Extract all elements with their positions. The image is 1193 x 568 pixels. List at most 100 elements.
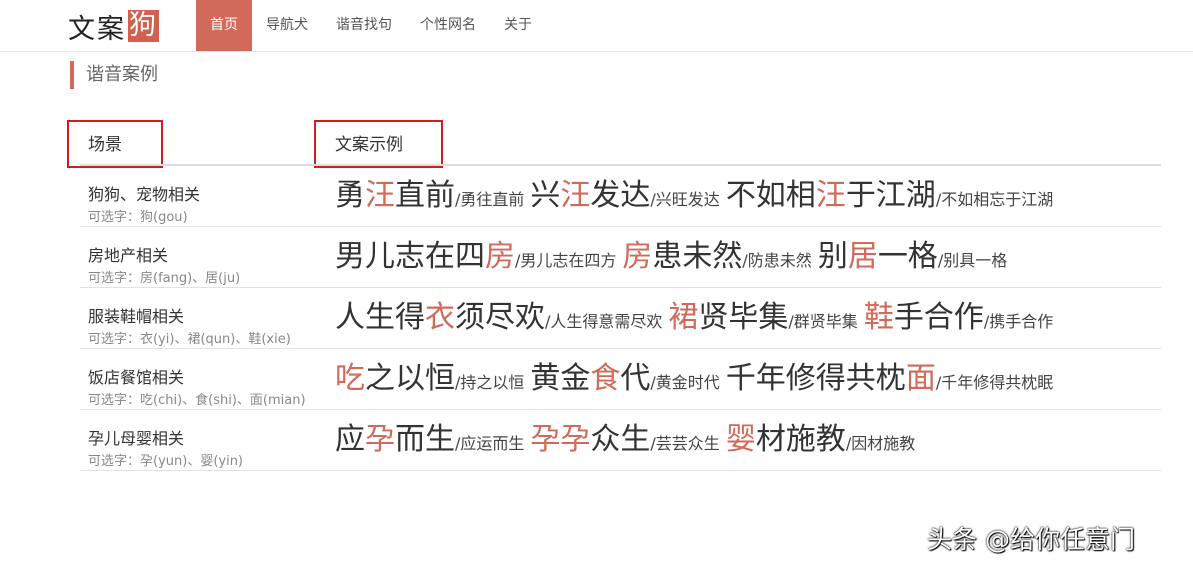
original-idiom: /群贤毕集	[788, 312, 858, 331]
example-phrase[interactable]: 别居一格/别具一格	[818, 239, 1013, 274]
original-idiom: /千年修得共枕眠	[935, 373, 1054, 392]
phrase-part: 勇	[335, 178, 365, 213]
pun-character: 汪	[815, 178, 846, 213]
example-phrase[interactable]: 千年修得共枕面/千年修得共枕眠	[726, 361, 1059, 396]
phrase-part: 不如相	[725, 178, 816, 213]
example-phrase[interactable]: 孕孕众生/芸芸众生	[530, 422, 725, 457]
pun-character: 衣	[425, 300, 455, 335]
scene-name: 房地产相关	[88, 246, 169, 265]
original-idiom: /人生得意需尽欢	[545, 312, 663, 331]
phrase-part: 男儿志在四	[335, 239, 485, 274]
original-idiom: /不如相忘于江湖	[935, 190, 1054, 209]
scene-name: 狗狗、宠物相关	[88, 185, 201, 204]
phrase-part: 代	[620, 361, 651, 396]
phrase-part: 发达	[590, 178, 651, 213]
example-phrase[interactable]: 应孕而生/应运而生	[335, 422, 530, 457]
header-examples: 文案示例	[335, 135, 403, 155]
examples-cell: 人生得衣须尽欢/人生得意需尽欢 裙贤毕集/群贤毕集 鞋手合作/携手合作	[335, 288, 1150, 348]
pun-character: 裙	[668, 300, 699, 335]
example-phrase[interactable]: 黄金食代/黄金时代	[530, 361, 725, 396]
pun-character: 鞋	[863, 300, 894, 335]
nav-pun-search[interactable]: 谐音找句	[322, 0, 406, 51]
scene-options: 可选字：房(fang)、居(ju)	[88, 271, 241, 286]
phrase-part: 而生	[395, 422, 455, 457]
original-idiom: /男儿志在四方	[515, 251, 617, 270]
phrase-part: 应	[335, 422, 365, 457]
scene-cell: 服装鞋帽相关可选字：衣(yi)、裙(qun)、鞋(xie)	[88, 306, 323, 350]
original-idiom: /持之以恒	[455, 373, 525, 392]
nav-nicknames[interactable]: 个性网名	[406, 0, 490, 51]
table-body: 狗狗、宠物相关 可选字：狗(gou) 勇汪直前/勇往直前 兴汪发达/兴旺发达 不如相汪于…	[80, 166, 1161, 471]
pun-character: 汪	[365, 178, 395, 213]
scene-cell: 狗狗、宠物相关可选字：狗(gou)	[88, 184, 323, 228]
scene-cell: 孕儿母婴相关可选字：孕(yun)、婴(yin)	[88, 428, 323, 472]
original-idiom: /应运而生	[455, 434, 525, 453]
pun-table: 场景 文案示例 狗狗、宠物相关可选字：狗(gou) 勇汪直前/勇往直前 兴汪发达/兴…	[80, 116, 1161, 471]
scene-options: 可选字：吃(chi)、食(shi)、面(mian)	[88, 393, 306, 408]
phrase-part: 须尽欢	[455, 300, 545, 335]
table-row: 饭店餐馆相关 可选字：吃(chi)、食(shi)、面(mian) 吃之以恒/持之以恒…	[80, 349, 1161, 410]
original-idiom: /黄金时代	[650, 373, 720, 392]
phrase-part: 众生	[590, 422, 651, 457]
watermark: 头条 @给你任意门	[927, 525, 1135, 554]
phrase-part: 人生得	[335, 300, 425, 335]
pun-character: 面	[905, 361, 936, 396]
table-row: 房地产相关 可选字：房(fang)、居(ju) 男儿志在四房/男儿志在四方 房患未然/…	[80, 227, 1161, 288]
scene-cell: 房地产相关可选字：房(fang)、居(ju)	[88, 245, 323, 289]
pun-character: 食	[590, 361, 621, 396]
original-idiom: /携手合作	[983, 312, 1054, 331]
pun-character: 孕孕	[530, 422, 591, 457]
pun-character: 房	[622, 239, 653, 274]
pun-character: 房	[485, 239, 515, 274]
example-phrase[interactable]: 裙贤毕集/群贤毕集	[668, 300, 863, 335]
scene-options: 可选字：狗(gou)	[88, 210, 188, 225]
scene-options: 可选字：衣(yi)、裙(qun)、鞋(xie)	[88, 332, 291, 347]
examples-cell: 吃之以恒/持之以恒 黄金食代/黄金时代 千年修得共枕面/千年修得共枕眠	[335, 349, 1150, 409]
phrase-part: 之以恒	[365, 361, 455, 396]
examples-cell: 男儿志在四房/男儿志在四方 房患未然/防患未然 别居一格/别具一格	[335, 227, 1150, 287]
table-row: 服装鞋帽相关可选字：衣(yi)、裙(qun)、鞋(xie) 人生得衣须尽欢/人生得…	[80, 288, 1161, 349]
site-logo[interactable]: 文案狗	[68, 9, 159, 45]
examples-cell: 勇汪直前/勇往直前 兴汪发达/兴旺发达 不如相汪于江湖/不如相忘于江湖	[335, 166, 1150, 226]
example-phrase[interactable]: 男儿志在四房/男儿志在四方	[335, 239, 622, 274]
example-phrase[interactable]: 吃之以恒/持之以恒	[335, 361, 530, 396]
example-phrase[interactable]: 兴汪发达/兴旺发达	[530, 178, 725, 213]
original-idiom: /别具一格	[937, 251, 1008, 270]
phrase-part: 患未然	[652, 239, 743, 274]
original-idiom: /防患未然	[742, 251, 812, 270]
phrase-part: 千年修得共枕	[725, 361, 906, 396]
nav-guide-dog[interactable]: 导航犬	[252, 0, 322, 51]
scene-options: 可选字：孕(yun)、婴(yin)	[88, 454, 244, 469]
nav-about[interactable]: 关于	[490, 0, 546, 51]
table-header: 场景 文案示例	[80, 116, 1161, 166]
top-navbar: 文案狗 首页 导航犬 谐音找句 个性网名 关于	[0, 0, 1193, 52]
phrase-part: 黄金	[530, 361, 591, 396]
scene-cell: 饭店餐馆相关 可选字：吃(chi)、食(shi)、面(mian)	[88, 367, 323, 411]
phrase-part: 材施教	[755, 422, 846, 457]
example-phrase[interactable]: 勇汪直前/勇往直前	[335, 178, 530, 213]
scene-name: 孕儿母婴相关	[88, 429, 185, 448]
pun-character: 吃	[335, 361, 365, 396]
phrase-part: 一格	[877, 239, 938, 274]
example-phrase[interactable]: 房患未然/防患未然	[622, 239, 817, 274]
phrase-part: 别	[817, 239, 848, 274]
example-phrase[interactable]: 婴材施教/因材施教	[726, 422, 921, 457]
header-scene: 场景	[88, 135, 122, 155]
example-phrase[interactable]: 鞋手合作/携手合作	[864, 300, 1059, 335]
logo-highlight: 狗	[128, 10, 159, 42]
phrase-part: 手合作	[893, 300, 984, 335]
example-phrase[interactable]: 不如相汪于江湖/不如相忘于江湖	[726, 178, 1059, 213]
phrase-part: 于江湖	[845, 178, 936, 213]
main-nav: 首页 导航犬 谐音找句 个性网名 关于	[196, 0, 546, 51]
phrase-part: 直前	[395, 178, 455, 213]
table-row: 孕儿母婴相关可选字：孕(yun)、婴(yin) 应孕而生/应运而生 孕孕众生/芸芸众…	[80, 410, 1161, 471]
original-idiom: /因材施教	[845, 434, 916, 453]
logo-text: 文案	[68, 13, 126, 45]
nav-home[interactable]: 首页	[196, 0, 252, 51]
pun-character: 婴	[725, 422, 756, 457]
section-title: 谐音案例	[70, 61, 158, 89]
original-idiom: /兴旺发达	[650, 190, 720, 209]
pun-character: 居	[847, 239, 878, 274]
scene-name: 服装鞋帽相关	[88, 307, 185, 326]
example-phrase[interactable]: 人生得衣须尽欢/人生得意需尽欢	[335, 300, 668, 335]
